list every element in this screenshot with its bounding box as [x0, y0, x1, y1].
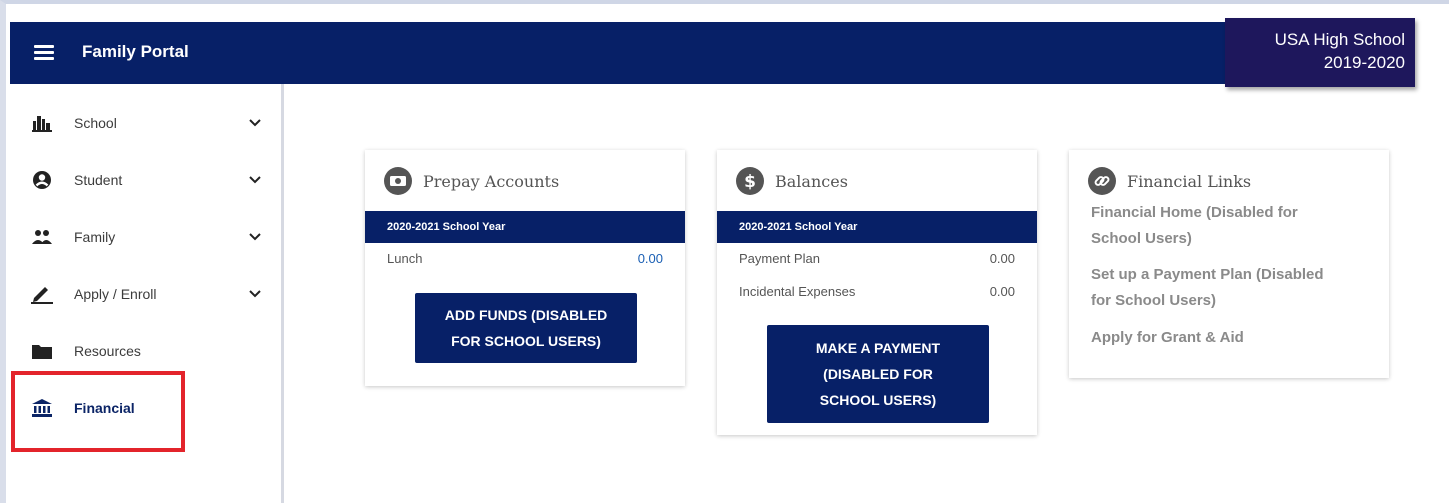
dollar-icon: $ — [736, 167, 764, 195]
link-icon — [1088, 167, 1116, 195]
button-text: MAKE A PAYMENT — [815, 340, 941, 356]
chevron-down-icon[interactable] — [248, 230, 262, 244]
sidebar-item-label: School — [74, 115, 117, 131]
balance-value: 0.00 — [989, 251, 1015, 266]
make-payment-button[interactable]: MAKE A PAYMENT (DISABLED FOR SCHOOL USER… — [767, 325, 989, 423]
sidebar-item-apply-enroll[interactable]: Apply / Enroll — [10, 274, 281, 314]
chevron-down-icon[interactable] — [248, 173, 262, 187]
payment-plan-link[interactable]: Set up a Payment Plan (Disabled for Scho… — [1091, 262, 1351, 314]
account-value[interactable]: 0.00 — [638, 251, 663, 266]
account-row: Lunch 0.00 — [387, 251, 663, 266]
highlight-box — [11, 371, 185, 452]
card-header: $ Balances — [735, 166, 848, 196]
sidebar-item-school[interactable]: School — [10, 103, 281, 143]
card-header: Prepay Accounts — [383, 166, 559, 196]
balance-label: Incidental Expenses — [739, 284, 856, 299]
button-text: SCHOOL USERS) — [819, 392, 937, 408]
sidebar-item-label: Apply / Enroll — [74, 286, 157, 302]
balance-label: Payment Plan — [739, 251, 820, 266]
link-text: Apply for Grant & Aid — [1091, 329, 1244, 346]
button-text: ADD FUNDS (DISABLED — [444, 307, 608, 323]
folder-icon — [30, 340, 54, 362]
link-text: Set up a Payment Plan (Disabled — [1091, 266, 1324, 283]
sidebar-item-family[interactable]: Family — [10, 217, 281, 257]
school-year: 2019-2020 — [1323, 53, 1405, 72]
school-selector[interactable]: USA High School 2019-2020 — [1225, 18, 1415, 87]
school-year-bar: 2020-2021 School Year — [717, 211, 1037, 243]
school-name: USA High School — [1274, 30, 1405, 49]
add-funds-button[interactable]: ADD FUNDS (DISABLED FOR SCHOOL USERS) — [415, 293, 637, 363]
sidebar-item-label: Resources — [74, 343, 141, 359]
balance-row: Incidental Expenses 0.00 — [739, 284, 1015, 299]
money-icon — [384, 167, 412, 195]
portal-title: Family Portal — [82, 42, 189, 61]
family-icon — [30, 226, 54, 248]
card-header: Financial Links — [1087, 166, 1251, 196]
building-icon — [30, 112, 54, 134]
link-text: Financial Home (Disabled for — [1091, 204, 1298, 221]
financial-links-card: Financial Links Financial Home (Disabled… — [1069, 150, 1389, 378]
user-circle-icon — [30, 169, 54, 191]
balances-card: $ Balances 2020-2021 School Year Payment… — [717, 150, 1037, 435]
chevron-down-icon[interactable] — [248, 287, 262, 301]
sidebar-item-label: Family — [74, 229, 116, 245]
hamburger-menu-icon[interactable] — [34, 45, 54, 60]
button-text: FOR SCHOOL USERS) — [451, 333, 601, 349]
account-label: Lunch — [387, 251, 423, 266]
balance-row: Payment Plan 0.00 — [739, 251, 1015, 266]
button-text: (DISABLED FOR — [823, 366, 933, 382]
balance-value: 0.00 — [989, 284, 1015, 299]
link-text: for School Users) — [1091, 292, 1217, 309]
svg-text:$: $ — [744, 172, 756, 192]
chevron-down-icon[interactable] — [248, 116, 262, 130]
sidebar-item-student[interactable]: Student — [10, 160, 281, 200]
card-title: Prepay Accounts — [423, 171, 560, 191]
prepay-accounts-card: Prepay Accounts 2020-2021 School Year Lu… — [365, 150, 685, 386]
link-text: School Users) — [1091, 230, 1192, 247]
top-bar: Family Portal USA High School 2019-2020 — [10, 18, 1415, 87]
financial-home-link[interactable]: Financial Home (Disabled for School User… — [1091, 200, 1351, 252]
school-year-bar: 2020-2021 School Year — [365, 211, 685, 243]
grant-aid-link[interactable]: Apply for Grant & Aid — [1091, 325, 1351, 351]
sidebar-item-resources[interactable]: Resources — [10, 331, 281, 371]
sidebar-item-label: Student — [74, 172, 123, 188]
card-title: Balances — [775, 171, 848, 191]
pencil-icon — [30, 283, 54, 305]
card-title: Financial Links — [1127, 171, 1252, 191]
